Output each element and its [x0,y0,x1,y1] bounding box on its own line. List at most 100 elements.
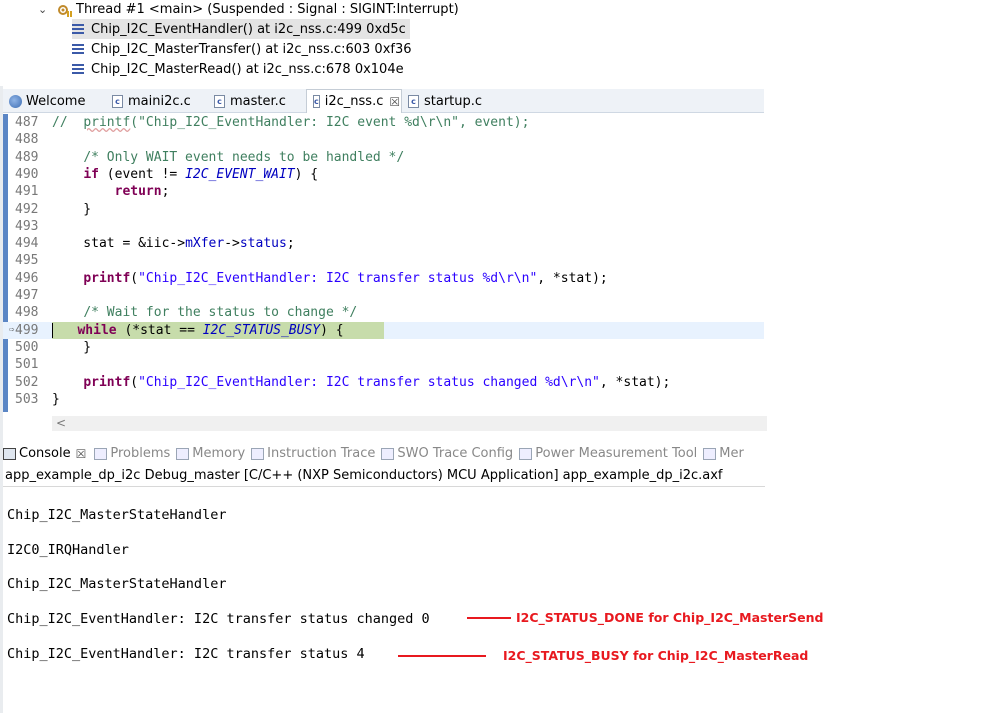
horizontal-scrollbar[interactable]: < [52,416,767,431]
tab-memory-2[interactable]: Mer [703,446,744,461]
annotation-text: I2C_STATUS_BUSY for Chip_I2C_MasterRead [503,648,809,663]
code-text: } [52,201,92,217]
memory-icon [176,447,190,460]
code-line: 501 [3,356,764,373]
code-text: printf("Chip_I2C_EventHandler: I2C trans… [83,270,608,286]
annotation-arrow-line [467,617,511,619]
tab-startup[interactable]: c startup.c [402,89,492,113]
line-number: 503 [15,391,39,407]
code-line: 487 // printf("Chip_I2C_EventHandler: I2C… [3,114,764,131]
console-output-line: Chip_I2C_EventHandler: I2C transfer stat… [7,646,365,662]
swo-icon [381,447,395,460]
code-line: 493 [3,218,764,235]
tab-power-measurement[interactable]: Power Measurement Tool [519,446,697,461]
tab-label: Mer [719,446,744,461]
line-number: 499 [15,322,39,338]
code-line: 497 [3,287,764,304]
problems-icon [94,447,108,460]
console-output-line: Chip_I2C_EventHandler: I2C transfer stat… [7,611,430,627]
tab-label: Memory [192,446,246,461]
tab-label: SWO Trace Config [397,446,514,461]
code-line: 495 [3,252,764,269]
code-line: 494 stat = &iic->mXfer->status; [3,235,764,252]
code-line: 498 /* Wait for the status to change */ [3,304,764,321]
line-number: 500 [15,339,39,355]
tab-welcome[interactable]: Welcome [3,89,106,113]
tab-label: Console [19,446,71,461]
c-file-icon: c [408,94,419,108]
console-tab-bar: Console ☒ Problems Memory Instruction Tr… [3,442,767,465]
c-file-icon: c [112,94,123,108]
stack-frame-icon [72,24,84,34]
code-line: 490 if (event != I2C_EVENT_WAIT) { [3,166,764,183]
debug-view: ⌄ Thread #1 <main> (Suspended : Signal :… [0,0,764,86]
chevron-down-icon[interactable]: ⌄ [38,3,52,16]
stack-frame-icon [72,64,84,74]
tab-i2c-nss[interactable]: c i2c_nss.c ☒ [306,89,402,113]
close-icon[interactable]: ☒ [389,95,400,109]
annotation-text: I2C_STATUS_DONE for Chip_I2C_MasterSend [516,610,824,625]
code-text: } [52,339,92,355]
tab-memory[interactable]: Memory [176,446,245,461]
line-number: 501 [15,357,39,373]
tab-label: Power Measurement Tool [535,446,698,461]
line-number: 487 [15,115,39,130]
code-text: } [52,391,60,407]
code-text: printf("Chip_I2C_EventHandler: I2C trans… [83,374,671,390]
line-number: 502 [15,374,39,390]
code-line: 500 } [3,339,764,356]
line-number: 491 [15,184,39,200]
stack-frame-row[interactable]: Chip_I2C_MasterRead() at i2c_nss.c:678 0… [72,59,408,79]
stack-frame-row[interactable]: Chip_I2C_EventHandler() at i2c_nss.c:499… [72,19,410,39]
welcome-icon [9,94,22,108]
console-output-line: Chip_I2C_MasterStateHandler [7,576,227,592]
line-number: 495 [15,253,39,269]
code-text: /* Only WAIT event needs to be handled *… [83,149,405,165]
tab-label: startup.c [424,93,483,109]
code-line: ⇨ 499 while (*stat == I2C_STATUS_BUSY) { [3,321,764,339]
tab-label: i2c_nss.c [324,94,384,109]
thread-row[interactable]: ⌄ Thread #1 <main> (Suspended : Signal :… [38,0,459,19]
line-number: 493 [15,218,39,234]
line-number: 494 [15,236,39,252]
tab-maini2c[interactable]: c maini2c.c [106,89,208,113]
code-line: 502 printf("Chip_I2C_EventHandler: I2C t… [3,374,764,391]
console-output-line: I2C0_IRQHandler [7,542,129,558]
thread-suspended-icon [56,2,72,18]
divider [3,486,765,487]
code-line: 496 printf("Chip_I2C_EventHandler: I2C t… [3,270,764,287]
tab-label: maini2c.c [128,93,191,109]
power-icon [519,447,533,460]
stack-frame-label: Chip_I2C_MasterTransfer() at i2c_nss.c:6… [91,41,412,57]
code-line: 488 [3,131,764,148]
memory-icon [703,447,717,460]
code-text: return; [114,184,170,200]
tab-problems[interactable]: Problems [94,446,170,461]
scroll-left-icon[interactable]: < [56,416,66,431]
code-text: // printf("Chip_I2C_EventHandler: I2C ev… [52,115,530,130]
stack-frame-row[interactable]: Chip_I2C_MasterTransfer() at i2c_nss.c:6… [72,39,416,59]
tab-swo-trace-config[interactable]: SWO Trace Config [381,446,513,461]
c-file-icon: c [214,94,225,108]
instruction-pointer-icon: ⇨ [9,324,15,335]
code-line: 492 } [3,201,764,218]
code-text: stat = &iic->mXfer->status; [52,236,295,252]
close-icon[interactable]: ☒ [76,447,87,461]
code-line: 491 return; [3,183,764,200]
console-icon [3,447,16,460]
tab-label: Instruction Trace [267,446,376,461]
tab-master[interactable]: c master.c [208,89,306,113]
line-number: 490 [15,166,39,182]
tab-instruction-trace[interactable]: Instruction Trace [251,446,375,461]
console-title: app_example_dp_i2c Debug_master [C/C++ (… [5,468,723,483]
tab-label: Problems [110,446,171,461]
c-file-icon: c [313,95,320,108]
line-number: 498 [15,305,39,321]
code-text: while (*stat == I2C_STATUS_BUSY) { [52,322,344,339]
tab-label: master.c [230,93,286,109]
tab-console[interactable]: Console ☒ [3,446,86,461]
annotation-arrow-line [398,655,486,657]
stack-frame-icon [72,44,84,54]
line-number: 492 [15,201,39,217]
code-editor[interactable]: 487 // printf("Chip_I2C_EventHandler: I2C… [3,114,767,431]
